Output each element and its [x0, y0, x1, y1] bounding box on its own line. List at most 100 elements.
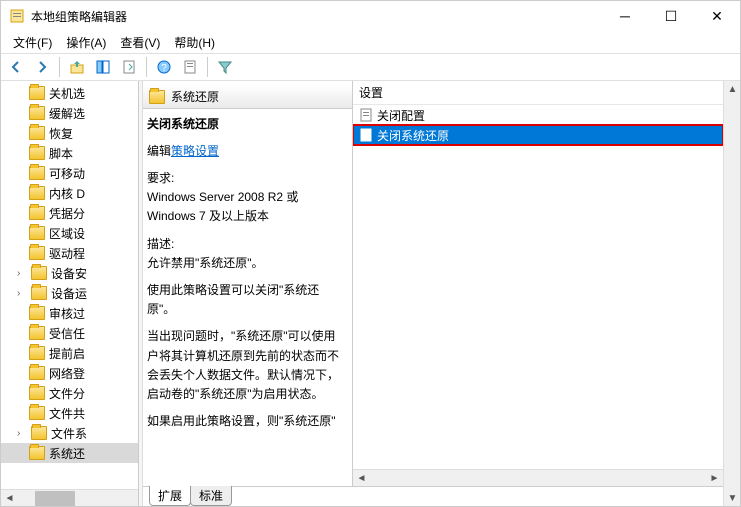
folder-icon: [29, 86, 45, 100]
tree-item-label: 设备运: [51, 285, 87, 302]
tab-standard[interactable]: 标准: [190, 486, 232, 506]
tree-item[interactable]: › 文件系: [1, 423, 138, 443]
maximize-button[interactable]: ☐: [648, 1, 694, 31]
description-text-1: 允许禁用"系统还原"。: [147, 256, 264, 270]
scroll-right-icon[interactable]: ►: [706, 470, 723, 486]
tree-item[interactable]: › 设备运: [1, 283, 138, 303]
menu-view[interactable]: 查看(V): [114, 32, 166, 53]
expand-arrow-icon[interactable]: ›: [17, 288, 27, 299]
properties-button[interactable]: [179, 56, 201, 78]
tree-item[interactable]: 系统还: [1, 443, 138, 463]
tree-item-label: 文件分: [49, 385, 85, 402]
tree-item-label: 网络登: [49, 365, 85, 382]
tree-item[interactable]: 提前启: [1, 343, 138, 363]
folder-icon: [31, 266, 47, 280]
tree-item[interactable]: 文件共: [1, 403, 138, 423]
folder-icon: [29, 406, 45, 420]
tree-item[interactable]: 文件分: [1, 383, 138, 403]
tree-h-scrollbar[interactable]: ◄: [1, 489, 138, 506]
folder-icon: [29, 346, 45, 360]
tree-item[interactable]: 驱动程: [1, 243, 138, 263]
folder-icon: [29, 446, 45, 460]
scroll-left-icon[interactable]: ◄: [1, 490, 18, 506]
folder-icon: [29, 186, 45, 200]
menubar: 文件(F) 操作(A) 查看(V) 帮助(H): [1, 31, 740, 53]
help-button[interactable]: ?: [153, 56, 175, 78]
tree-item-label: 恢复: [49, 125, 73, 142]
settings-column-header[interactable]: 设置: [353, 81, 723, 105]
expand-arrow-icon[interactable]: ›: [17, 268, 27, 279]
back-button[interactable]: [5, 56, 27, 78]
tree-item-label: 可移动: [49, 165, 85, 182]
tree-item-label: 文件共: [49, 405, 85, 422]
expand-arrow-icon[interactable]: ›: [17, 428, 27, 439]
settings-h-scrollbar[interactable]: ◄ ►: [353, 469, 723, 486]
tree-item[interactable]: 区域设: [1, 223, 138, 243]
description-label: 描述:: [147, 237, 174, 251]
tree-item-label: 凭据分: [49, 205, 85, 222]
setting-item-label: 关闭配置: [377, 107, 425, 124]
filter-button[interactable]: [214, 56, 236, 78]
description-text-3: 当出现问题时，"系统还原"可以使用户将其计算机还原到先前的状态而不会丢失个人数据…: [147, 327, 344, 404]
folder-icon: [29, 366, 45, 380]
setting-item[interactable]: 关闭系统还原: [353, 125, 723, 145]
tree-item-label: 内核 D: [49, 185, 85, 202]
setting-item[interactable]: 关闭配置: [353, 105, 723, 125]
view-tabs: 扩展 标准: [143, 486, 723, 506]
toolbar-separator: [59, 57, 60, 77]
up-button[interactable]: [66, 56, 88, 78]
tree-item-label: 驱动程: [49, 245, 85, 262]
tree-item[interactable]: 恢复: [1, 123, 138, 143]
requirements-label: 要求:: [147, 171, 174, 185]
scroll-up-icon[interactable]: ▲: [724, 81, 740, 97]
tree-item-label: 提前启: [49, 345, 85, 362]
tree-item[interactable]: 脚本: [1, 143, 138, 163]
settings-panel: 设置 关闭配置关闭系统还原 ◄ ►: [353, 81, 723, 486]
scroll-down-icon[interactable]: ▼: [724, 490, 740, 506]
export-button[interactable]: [118, 56, 140, 78]
folder-icon: [29, 326, 45, 340]
folder-icon: [29, 146, 45, 160]
minimize-button[interactable]: ─: [602, 1, 648, 31]
tree-item[interactable]: 凭据分: [1, 203, 138, 223]
right-v-scrollbar[interactable]: ▲ ▼: [723, 81, 740, 506]
tree-item-label: 设备安: [51, 265, 87, 282]
folder-icon: [29, 246, 45, 260]
close-button[interactable]: ✕: [694, 1, 740, 31]
toolbar-separator: [146, 57, 147, 77]
show-hide-tree-button[interactable]: [92, 56, 114, 78]
menu-help[interactable]: 帮助(H): [168, 32, 221, 53]
tree-item[interactable]: 关机选: [1, 83, 138, 103]
tree-item[interactable]: 缓解选: [1, 103, 138, 123]
scroll-thumb[interactable]: [35, 491, 75, 506]
tree-item[interactable]: 可移动: [1, 163, 138, 183]
policy-icon: [359, 108, 373, 122]
policy-icon: [359, 128, 373, 142]
description-text-4: 如果启用此策略设置，则"系统还原": [147, 412, 344, 431]
folder-icon: [29, 106, 45, 120]
tree-item[interactable]: 审核过: [1, 303, 138, 323]
edit-policy-link[interactable]: 策略设置: [171, 144, 219, 158]
tab-extended[interactable]: 扩展: [149, 486, 191, 506]
tree-item[interactable]: 内核 D: [1, 183, 138, 203]
tree-item[interactable]: 受信任: [1, 323, 138, 343]
tree-item-label: 文件系: [51, 425, 87, 442]
node-title: 系统还原: [171, 88, 219, 105]
tree-item-label: 审核过: [49, 305, 85, 322]
tree-item[interactable]: › 设备安: [1, 263, 138, 283]
tree-item-label: 系统还: [49, 445, 85, 462]
toolbar-separator: [207, 57, 208, 77]
titlebar: 本地组策略编辑器 ─ ☐ ✕: [1, 1, 740, 31]
folder-icon: [149, 90, 165, 104]
window-title: 本地组策略编辑器: [31, 8, 602, 25]
folder-icon: [29, 226, 45, 240]
scroll-left-icon[interactable]: ◄: [353, 470, 370, 486]
forward-button[interactable]: [31, 56, 53, 78]
tree-item-label: 缓解选: [49, 105, 85, 122]
selected-setting-title: 关闭系统还原: [147, 115, 344, 132]
edit-label: 编辑: [147, 144, 171, 158]
requirements-text: Windows Server 2008 R2 或 Windows 7 及以上版本: [147, 190, 298, 223]
menu-action[interactable]: 操作(A): [60, 32, 112, 53]
menu-file[interactable]: 文件(F): [7, 32, 58, 53]
tree-item[interactable]: 网络登: [1, 363, 138, 383]
